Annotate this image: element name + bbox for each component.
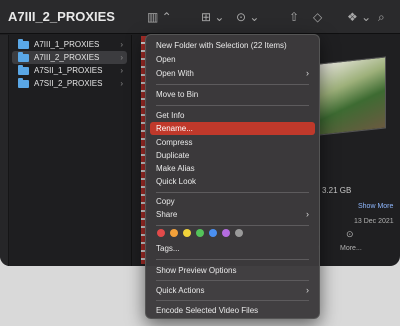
- menu-item-open-with[interactable]: Open With ›: [150, 67, 315, 80]
- preview-size: 3.21 GB: [322, 186, 352, 195]
- folder-label: A7SII_1_PROXIES: [34, 66, 103, 75]
- menu-item-move-to-bin[interactable]: Move to Bin: [150, 88, 315, 101]
- tag-color-dot[interactable]: [157, 229, 165, 237]
- chevron-right-icon: ›: [120, 66, 123, 75]
- menu-item-open[interactable]: Open: [150, 53, 315, 66]
- tag-color-dot[interactable]: [235, 229, 243, 237]
- sidebar: [0, 35, 9, 266]
- chevron-right-icon: ›: [120, 53, 123, 62]
- menu-item-quick-look[interactable]: Quick Look: [150, 175, 315, 188]
- grid-group-icon[interactable]: ⊞ ⌄: [201, 10, 224, 24]
- tag-color-dot[interactable]: [209, 229, 217, 237]
- chevron-right-icon: ›: [120, 79, 123, 88]
- chevron-right-icon: ›: [120, 40, 123, 49]
- folder-icon: [18, 77, 29, 88]
- menu-item-tags[interactable]: Tags...: [150, 242, 315, 255]
- menu-item-make-alias[interactable]: Make Alias: [150, 162, 315, 175]
- menu-separator: [156, 280, 309, 281]
- menu-item-share[interactable]: Share ›: [150, 208, 315, 221]
- file-column: [133, 35, 141, 266]
- dropbox-icon[interactable]: ❖ ⌄: [347, 10, 371, 24]
- menu-item-copy[interactable]: Copy: [150, 195, 315, 208]
- chevron-right-icon: ›: [306, 68, 309, 78]
- tag-color-dot[interactable]: [196, 229, 204, 237]
- menu-separator: [156, 105, 309, 106]
- folder-item[interactable]: A7SII_1_PROXIES ›: [12, 64, 127, 77]
- more-circle-icon[interactable]: ⊙: [346, 229, 354, 240]
- share-icon[interactable]: ⇧: [289, 10, 299, 24]
- tag-color-dot[interactable]: [222, 229, 230, 237]
- folder-label: A7III_2_PROXIES: [34, 53, 100, 62]
- menu-item-new-folder[interactable]: New Folder with Selection (22 Items): [150, 39, 315, 52]
- window-title: A7III_2_PROXIES: [8, 9, 115, 24]
- menu-item-rename[interactable]: Rename...: [150, 122, 315, 135]
- menu-item-encode-video[interactable]: Encode Selected Video Files: [150, 304, 315, 317]
- menu-item-label: Share: [156, 210, 178, 219]
- menu-separator: [156, 84, 309, 85]
- menu-item-show-preview-options[interactable]: Show Preview Options: [150, 264, 315, 277]
- folder-icon: [18, 38, 29, 49]
- columns-view-icon[interactable]: ▥ ⌃: [147, 10, 172, 24]
- context-menu: New Folder with Selection (22 Items) Ope…: [145, 34, 320, 319]
- menu-item-get-info[interactable]: Get Info: [150, 109, 315, 122]
- menu-separator: [156, 225, 309, 226]
- menu-item-quick-actions[interactable]: Quick Actions ›: [150, 284, 315, 297]
- menu-separator: [156, 192, 309, 193]
- menu-separator: [156, 300, 309, 301]
- folder-item-selected[interactable]: A7III_2_PROXIES ›: [12, 51, 127, 64]
- chevron-right-icon: ›: [306, 209, 309, 219]
- folder-icon: [18, 51, 29, 62]
- more-actions-icon[interactable]: ⊙ ⌄: [236, 10, 259, 24]
- folder-column: A7III_1_PROXIES › A7III_2_PROXIES › A7SI…: [10, 35, 132, 266]
- tag-color-dot[interactable]: [170, 229, 178, 237]
- folder-item[interactable]: A7III_1_PROXIES ›: [12, 38, 127, 51]
- show-more-link[interactable]: Show More: [358, 203, 393, 210]
- menu-item-label: Open With: [156, 69, 194, 78]
- toolbar: A7III_2_PROXIES ▥ ⌃ ⊞ ⌄ ⊙ ⌄ ⇧ ◇ ❖ ⌄ ⌕: [0, 0, 400, 34]
- tag-color-dot[interactable]: [183, 229, 191, 237]
- menu-separator: [156, 259, 309, 260]
- menu-item-label: Quick Actions: [156, 286, 205, 295]
- tag-icon[interactable]: ◇: [313, 10, 322, 24]
- folder-label: A7III_1_PROXIES: [34, 40, 100, 49]
- folder-icon: [18, 64, 29, 75]
- preview-date: 13 Dec 2021: [354, 218, 394, 225]
- more-button[interactable]: More...: [340, 245, 362, 252]
- chevron-right-icon: ›: [306, 285, 309, 295]
- folder-item[interactable]: A7SII_2_PROXIES ›: [12, 77, 127, 90]
- folder-label: A7SII_2_PROXIES: [34, 79, 103, 88]
- menu-item-duplicate[interactable]: Duplicate: [150, 149, 315, 162]
- preview-thumbnail: [318, 56, 386, 136]
- menu-item-compress[interactable]: Compress: [150, 136, 315, 149]
- search-icon[interactable]: ⌕: [378, 10, 385, 24]
